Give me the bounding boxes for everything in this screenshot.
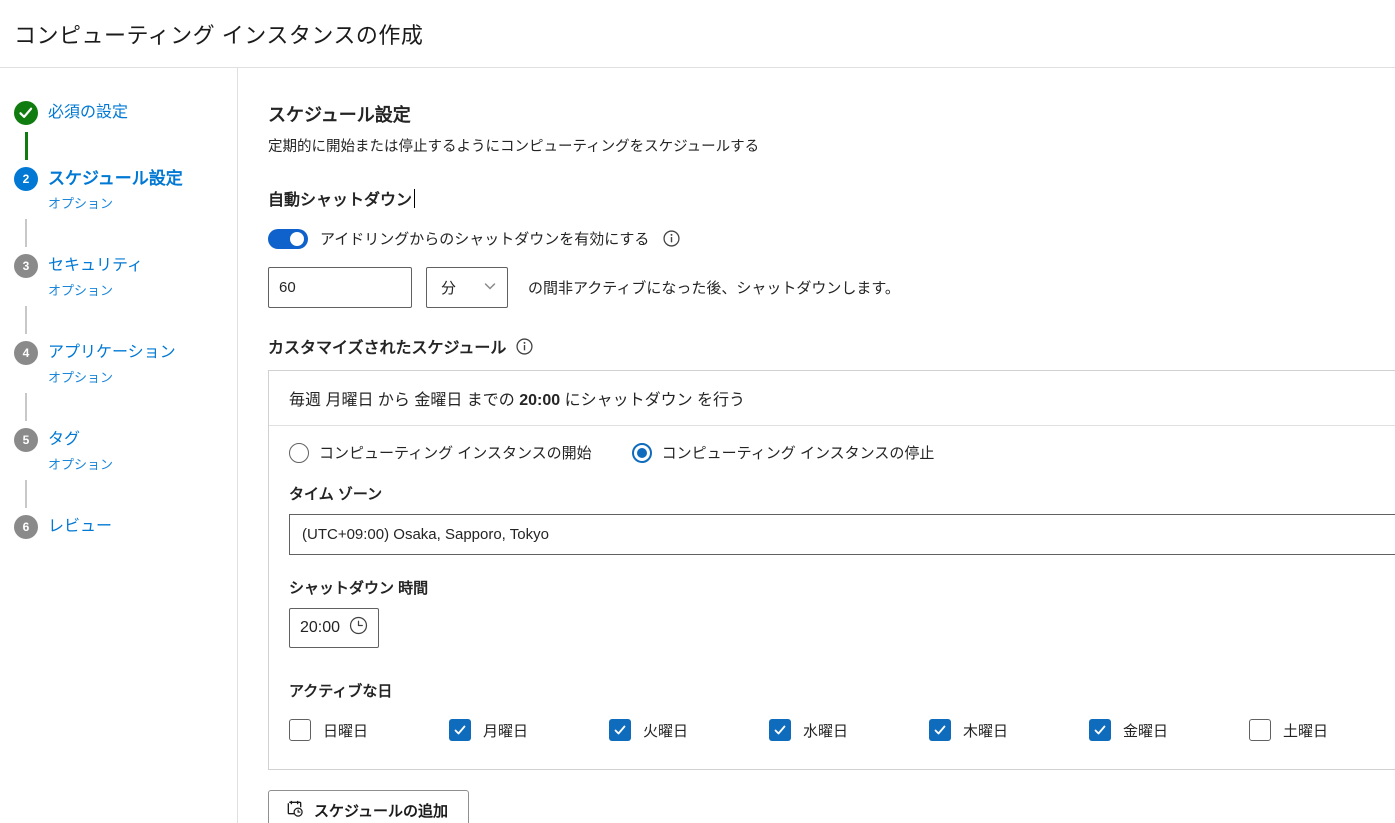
idle-minutes-input[interactable] [268, 267, 412, 308]
radio-stop-instance[interactable]: コンピューティング インスタンスの停止 [632, 442, 935, 463]
checkbox-checked [449, 719, 471, 741]
idle-shutdown-toggle[interactable] [268, 229, 308, 249]
shutdown-time-value: 20:00 [300, 619, 340, 637]
checkbox-checked [1089, 719, 1111, 741]
day-checkbox-saturday[interactable]: 土曜日 [1249, 719, 1395, 741]
idle-shutdown-toggle-label: アイドリングからのシャットダウンを有効にする [320, 228, 649, 249]
day-label: 金曜日 [1123, 720, 1168, 741]
step-number-badge: 5 [14, 428, 38, 452]
timezone-label: タイム ゾーン [289, 483, 1395, 504]
day-checkbox-wednesday[interactable]: 水曜日 [769, 719, 929, 741]
sidebar-item-applications[interactable]: 4 アプリケーション オプション [14, 341, 237, 386]
page-section-title: スケジュール設定 [268, 101, 1395, 127]
active-days-label: アクティブな日 [289, 680, 1395, 701]
custom-schedule-heading: カスタマイズされたスケジュール [268, 334, 1395, 358]
step-connector [25, 306, 27, 334]
day-label: 火曜日 [643, 720, 688, 741]
radio-circle-unselected [289, 443, 309, 463]
sidebar-item-label: セキュリティ [48, 254, 143, 278]
step-number-badge: 3 [14, 254, 38, 278]
toggle-knob [290, 232, 304, 246]
sidebar-item-label: スケジュール設定 [48, 167, 183, 191]
radio-start-instance[interactable]: コンピューティング インスタンスの開始 [289, 442, 592, 463]
auto-shutdown-heading-text: 自動シャットダウン [268, 186, 412, 210]
day-checkbox-friday[interactable]: 金曜日 [1089, 719, 1249, 741]
schedule-summary-suffix: にシャットダウン を行う [560, 392, 745, 409]
section-description: 定期的に開始または停止するようにコンピューティングをスケジュールする [268, 135, 1395, 156]
active-days-group: 日曜日 月曜日 火曜日 水曜日 [289, 719, 1395, 741]
step-number-badge: 6 [14, 515, 38, 539]
add-schedule-button-label: スケジュールの追加 [314, 800, 448, 821]
chevron-down-icon [483, 279, 497, 297]
checkbox-checked [769, 719, 791, 741]
add-schedule-button[interactable]: スケジュールの追加 [268, 790, 469, 823]
info-icon[interactable] [663, 230, 680, 247]
day-checkbox-sunday[interactable]: 日曜日 [289, 719, 449, 741]
text-cursor [414, 189, 415, 208]
step-number-badge: 4 [14, 341, 38, 365]
step-connector [25, 219, 27, 247]
day-label: 月曜日 [483, 720, 528, 741]
sidebar-item-security[interactable]: 3 セキュリティ オプション [14, 254, 237, 299]
checkbox-checked [929, 719, 951, 741]
shutdown-time-label: シャットダウン 時間 [289, 577, 1395, 598]
schedule-summary: 毎週 月曜日 から 金曜日 までの 20:00 にシャットダウン を行う [269, 371, 1395, 426]
day-label: 木曜日 [963, 720, 1008, 741]
sidebar-item-review[interactable]: 6 レビュー [14, 515, 237, 539]
check-circle-icon [14, 101, 38, 125]
sidebar-item-subtitle: オプション [48, 280, 143, 299]
radio-start-label: コンピューティング インスタンスの開始 [319, 442, 592, 463]
timezone-select[interactable]: (UTC+09:00) Osaka, Sapporo, Tokyo [289, 514, 1395, 555]
day-label: 水曜日 [803, 720, 848, 741]
shutdown-time-input[interactable]: 20:00 [289, 608, 379, 648]
radio-stop-label: コンピューティング インスタンスの停止 [662, 442, 935, 463]
timezone-value: (UTC+09:00) Osaka, Sapporo, Tokyo [302, 526, 549, 543]
auto-shutdown-heading: 自動シャットダウン [268, 186, 1395, 210]
calendar-clock-icon [285, 799, 304, 822]
day-checkbox-thursday[interactable]: 木曜日 [929, 719, 1089, 741]
radio-circle-selected [632, 443, 652, 463]
custom-schedule-heading-text: カスタマイズされたスケジュール [268, 334, 506, 358]
schedule-summary-prefix: 毎週 月曜日 から 金曜日 までの [289, 392, 519, 409]
schedule-summary-time: 20:00 [519, 392, 560, 409]
sidebar-item-required-settings[interactable]: 必須の設定 [14, 101, 237, 125]
info-icon[interactable] [516, 338, 533, 355]
day-checkbox-monday[interactable]: 月曜日 [449, 719, 609, 741]
sidebar-item-subtitle: オプション [48, 454, 113, 473]
day-label: 日曜日 [323, 720, 368, 741]
schedule-settings-panel: スケジュール設定 定期的に開始または停止するようにコンピューティングをスケジュー… [238, 68, 1395, 823]
sidebar-item-subtitle: オプション [48, 367, 176, 386]
time-unit-select[interactable]: 分 [426, 267, 508, 308]
sidebar-item-schedule[interactable]: 2 スケジュール設定 オプション [14, 167, 237, 212]
checkbox-checked [609, 719, 631, 741]
page-header: コンピューティング インスタンスの作成 [0, 0, 1395, 68]
sidebar-item-label: タグ [48, 428, 113, 452]
step-connector [25, 393, 27, 421]
clock-icon[interactable] [349, 616, 368, 640]
checkbox-unchecked [1249, 719, 1271, 741]
sidebar-item-label: 必須の設定 [48, 101, 128, 125]
step-number-badge: 2 [14, 167, 38, 191]
sidebar-item-subtitle: オプション [48, 193, 183, 212]
checkbox-unchecked [289, 719, 311, 741]
idle-shutdown-suffix-text: の間非アクティブになった後、シャットダウンします。 [528, 277, 900, 298]
wizard-sidebar: 必須の設定 2 スケジュール設定 オプション 3 セキュリティ オプション 4 … [0, 68, 238, 823]
sidebar-item-tags[interactable]: 5 タグ オプション [14, 428, 237, 473]
time-unit-value: 分 [441, 277, 456, 298]
page-title: コンピューティング インスタンスの作成 [14, 18, 423, 50]
sidebar-item-label: アプリケーション [48, 341, 176, 365]
step-connector [25, 132, 28, 160]
day-checkbox-tuesday[interactable]: 火曜日 [609, 719, 769, 741]
schedule-card: 毎週 月曜日 から 金曜日 までの 20:00 にシャットダウン を行う コンピ… [268, 370, 1395, 770]
day-label: 土曜日 [1283, 720, 1328, 741]
step-connector [25, 480, 27, 508]
sidebar-item-label: レビュー [48, 515, 112, 539]
